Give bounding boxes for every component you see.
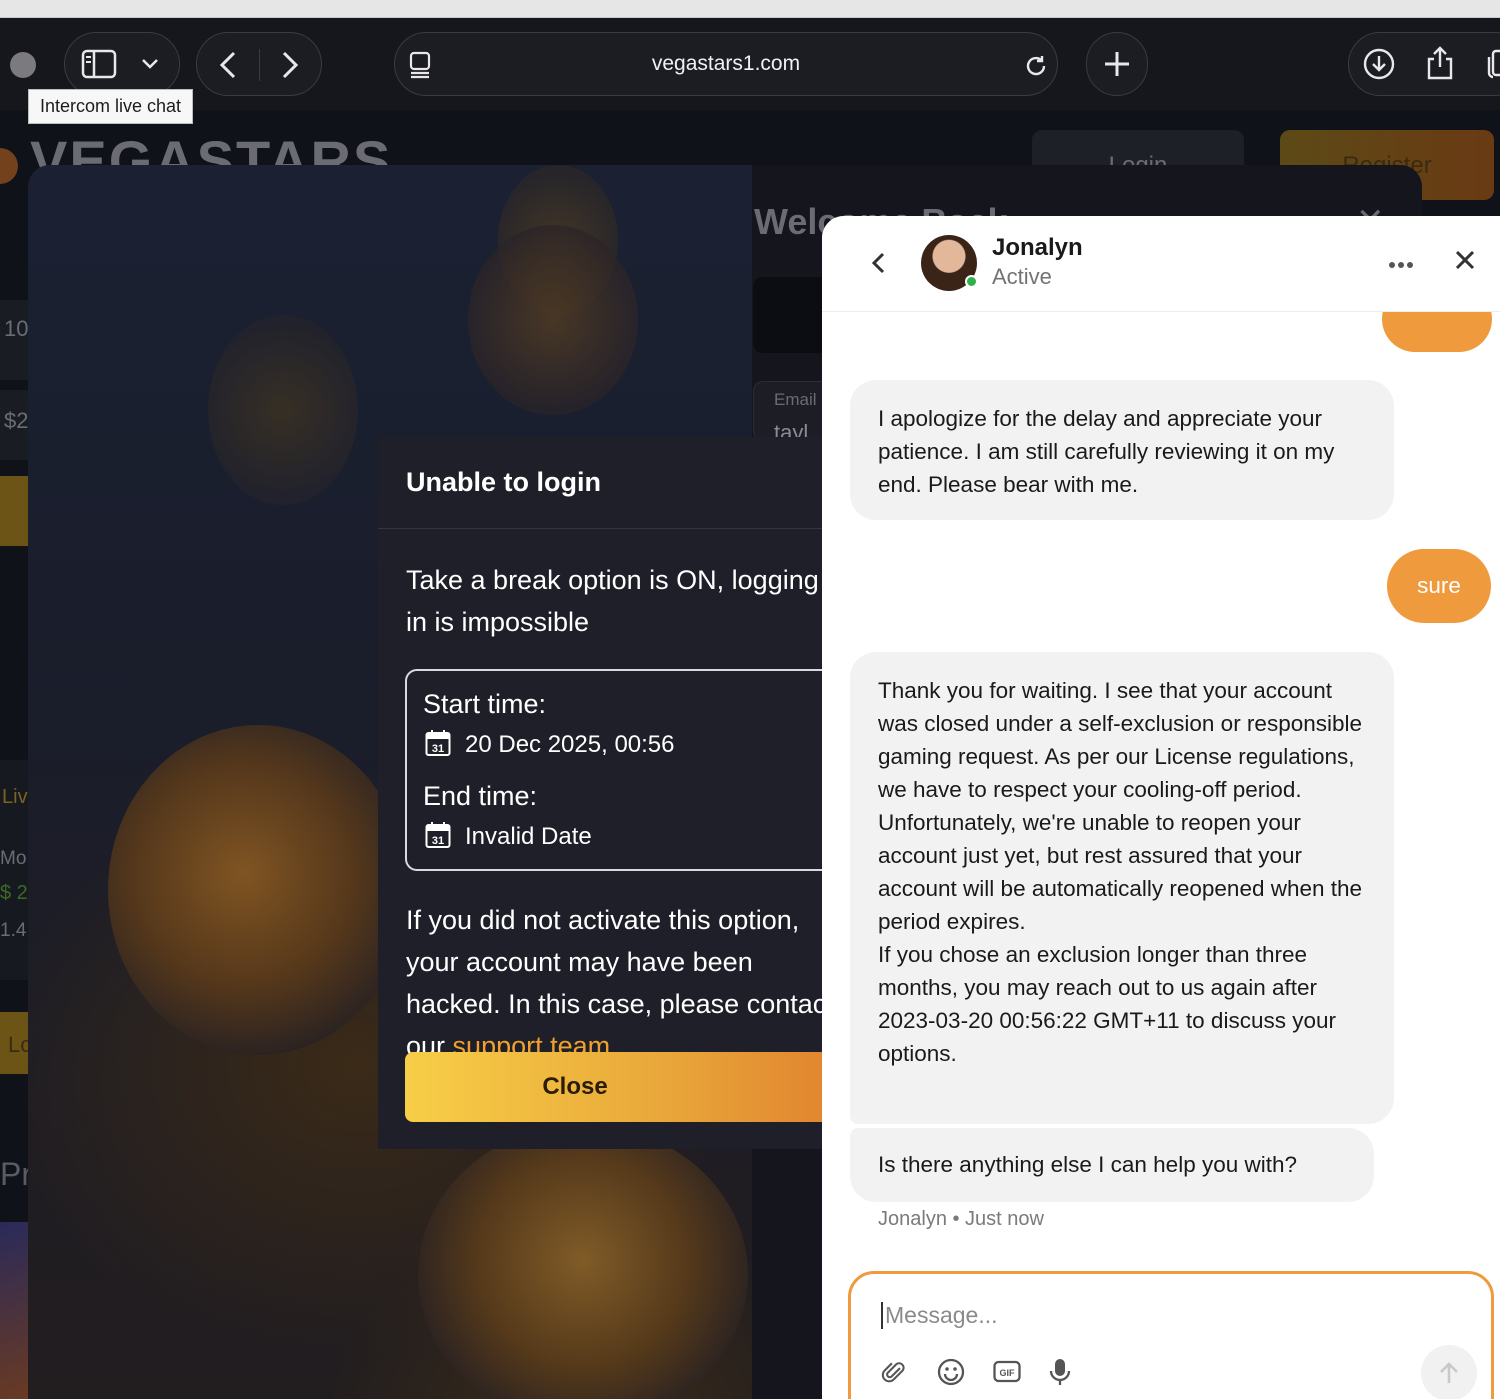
coin-decoration <box>418 1125 748 1399</box>
emoji-icon[interactable] <box>937 1358 965 1391</box>
download-icon[interactable] <box>1363 48 1395 80</box>
end-time-label: End time: <box>423 781 538 811</box>
url-text[interactable]: vegastars1.com <box>395 33 1057 95</box>
send-button[interactable] <box>1421 1345 1477 1399</box>
svg-text:31: 31 <box>432 743 444 755</box>
side-image-block <box>0 1222 28 1399</box>
agent-name: Jonalyn <box>992 234 1083 261</box>
close-button[interactable]: Close <box>405 1052 822 1122</box>
calendar-icon: 31 <box>425 822 451 848</box>
plus-icon <box>1103 50 1131 78</box>
gif-icon[interactable]: GIF <box>993 1360 1021 1389</box>
dialog-message: Take a break option is ON, logging in is… <box>406 565 819 637</box>
reload-icon[interactable] <box>1023 53 1049 79</box>
nav-divider <box>259 49 260 81</box>
close-icon[interactable] <box>1454 249 1476 276</box>
sidebar-toggle-group <box>64 32 180 96</box>
side-text: $2 <box>4 408 29 433</box>
attachment-icon[interactable] <box>881 1358 909 1391</box>
coin-decoration <box>208 315 358 505</box>
page-menu-icon[interactable] <box>409 51 433 79</box>
side-text: 10 <box>4 316 29 341</box>
os-menu-strip <box>0 0 1500 18</box>
agent-status: Active <box>992 264 1052 289</box>
chevron-down-icon[interactable] <box>141 57 159 71</box>
browser-toolbar: vegastars1.com <box>0 18 1500 110</box>
side-text: Mo <box>0 848 27 869</box>
right-tool-group <box>1348 32 1500 96</box>
side-yellow-block[interactable] <box>0 476 28 546</box>
unable-to-login-dialog: Unable to login Take a break option is O… <box>378 437 822 1149</box>
start-time-value: 20 Dec 2025, 00:56 <box>465 731 675 758</box>
agent-message: Thank you for waiting. I see that your a… <box>850 652 1394 1124</box>
side-text: 1.4 <box>0 920 27 941</box>
more-options-icon[interactable] <box>1388 256 1414 274</box>
user-message: sure <box>1387 549 1491 623</box>
tabs-overview-icon[interactable] <box>1487 49 1500 79</box>
arrow-up-icon <box>1440 1362 1458 1383</box>
svg-text:GIF: GIF <box>1000 1368 1016 1378</box>
calendar-icon: 31 <box>425 730 451 756</box>
start-time-label: Start time: <box>423 689 547 719</box>
message-meta: Jonalyn • Just now <box>878 1208 1044 1230</box>
dialog-header: Unable to login <box>378 437 822 529</box>
dialog-title: Unable to login <box>406 467 601 497</box>
coin-decoration <box>108 725 408 1055</box>
side-text: Liv <box>2 786 28 808</box>
break-period-box: Start time: 31 20 Dec 2025, 00:56 End ti… <box>405 669 822 871</box>
intercom-chat-panel: Jonalyn Active hello I apologize for the… <box>822 216 1500 1399</box>
online-status-dot <box>965 275 978 288</box>
agent-message: Is there anything else I can help you wi… <box>850 1128 1374 1202</box>
message-input[interactable] <box>881 1302 1381 1329</box>
agent-message: I apologize for the delay and appreciate… <box>850 380 1394 520</box>
tooltip: Intercom live chat <box>28 89 194 124</box>
back-arrow-icon[interactable] <box>219 51 237 79</box>
window-dot[interactable] <box>10 52 36 78</box>
forward-arrow-icon[interactable] <box>281 51 299 79</box>
share-icon[interactable] <box>1425 45 1455 81</box>
svg-text:31: 31 <box>432 835 444 847</box>
chat-header: Jonalyn Active <box>822 216 1500 312</box>
dialog-footer-text: If you did not activate this option, you… <box>406 899 822 1067</box>
microphone-icon[interactable] <box>1049 1358 1071 1391</box>
sidebar-icon[interactable] <box>81 49 117 79</box>
coin-decoration <box>468 225 638 415</box>
email-label: Email <box>774 390 817 409</box>
end-time-value: Invalid Date <box>465 823 592 850</box>
nav-button-group <box>196 32 322 96</box>
address-bar[interactable]: vegastars1.com <box>394 32 1058 96</box>
message-composer: GIF <box>848 1271 1494 1399</box>
chevron-left-icon[interactable] <box>868 248 888 283</box>
new-tab-button[interactable] <box>1086 32 1148 96</box>
side-text: $ 2 <box>0 882 28 904</box>
